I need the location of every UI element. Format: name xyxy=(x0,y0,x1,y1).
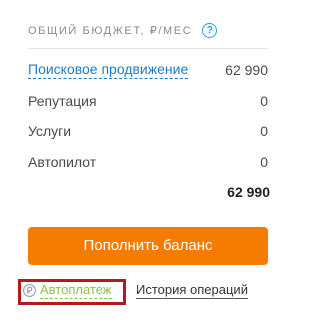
budget-row-services: Услуги 0 xyxy=(28,121,268,141)
footer-links: Автоплатеж История операций xyxy=(18,279,268,305)
services-value: 0 xyxy=(260,123,268,139)
budget-widget: ОБЩИЙ БЮДЖЕТ, ₽/МЕС ? Поисковое продвиже… xyxy=(18,0,270,321)
autopay-link[interactable]: Автоплатеж xyxy=(40,282,112,299)
services-label: Услуги xyxy=(28,123,72,139)
budget-row-reputation: Репутация 0 xyxy=(28,91,268,111)
history-link[interactable]: История операций xyxy=(136,282,248,299)
search-promotion-link[interactable]: Поисковое продвижение xyxy=(28,60,189,79)
reputation-value: 0 xyxy=(260,93,268,109)
total-value: 62 990 xyxy=(227,184,270,200)
help-icon[interactable]: ? xyxy=(202,22,218,38)
autopilot-value: 0 xyxy=(260,154,268,170)
autopay-icon xyxy=(23,284,36,297)
budget-title: ОБЩИЙ БЮДЖЕТ, ₽/МЕС xyxy=(28,24,193,37)
divider xyxy=(28,48,268,49)
autopilot-label: Автопилот xyxy=(28,154,97,170)
search-promotion-value: 62 990 xyxy=(225,62,268,78)
budget-row-search: Поисковое продвижение 62 990 xyxy=(28,60,268,80)
budget-header: ОБЩИЙ БЮДЖЕТ, ₽/МЕС ? xyxy=(28,22,218,38)
budget-row-autopilot: Автопилот 0 xyxy=(28,152,268,172)
top-up-balance-button[interactable]: Пополнить баланс xyxy=(28,227,268,265)
reputation-label: Репутация xyxy=(28,93,97,109)
